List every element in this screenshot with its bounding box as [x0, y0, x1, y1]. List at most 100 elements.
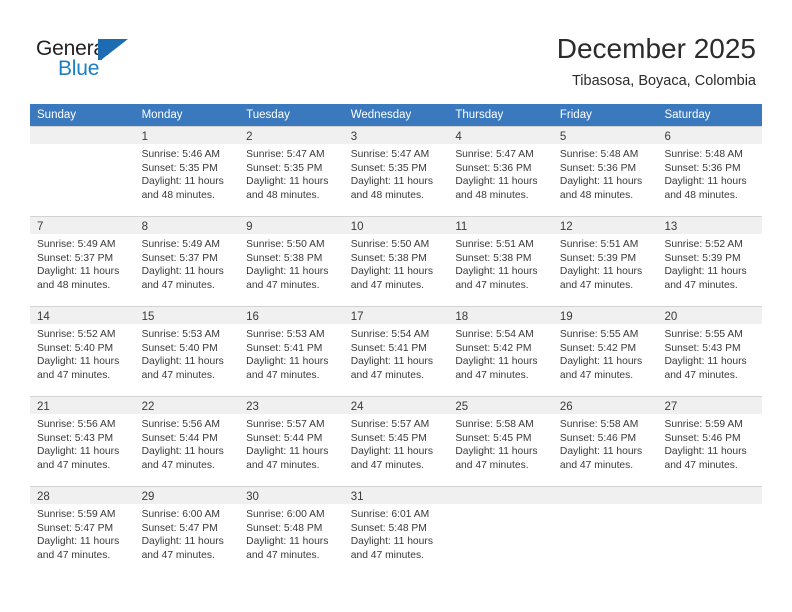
sunrise-text: Sunrise: 5:48 AM	[559, 149, 639, 160]
calendar-week-row: 28 Sunrise: 5:59 AM Sunset: 5:47 PM Dayl…	[30, 486, 763, 577]
day-details: Sunrise: 5:47 AM Sunset: 5:36 PM Dayligh…	[448, 144, 553, 202]
sunset-text: Sunset: 5:39 PM	[664, 252, 741, 264]
calendar-day-cell[interactable]: 3 Sunrise: 5:47 AM Sunset: 5:35 PM Dayli…	[343, 127, 449, 217]
day-number-band: 3	[343, 127, 449, 144]
weekday-header-sunday: Sunday	[37, 109, 77, 121]
daylight-text-line2: and 47 minutes.	[141, 549, 215, 561]
day-details: Sunrise: 5:58 AM Sunset: 5:46 PM Dayligh…	[553, 414, 658, 472]
calendar-day-cell[interactable]: 4 Sunrise: 5:47 AM Sunset: 5:36 PM Dayli…	[448, 127, 553, 217]
day-number: 14	[37, 311, 50, 323]
calendar-day-cell[interactable]: 21 Sunrise: 5:56 AM Sunset: 5:43 PM Dayl…	[30, 397, 135, 487]
day-details: Sunrise: 5:50 AM Sunset: 5:38 PM Dayligh…	[344, 234, 449, 292]
day-number: 30	[246, 491, 259, 503]
daylight-text-line2: and 47 minutes.	[246, 549, 320, 561]
sunset-text: Sunset: 5:37 PM	[141, 252, 218, 264]
sunrise-text: Sunrise: 5:51 AM	[455, 239, 534, 250]
daylight-text-line2: and 47 minutes.	[350, 549, 425, 561]
sunrise-text: Sunrise: 5:58 AM	[559, 419, 639, 430]
sunset-text: Sunset: 5:38 PM	[455, 252, 532, 264]
daylight-text-line1: Daylight: 11 hours	[141, 536, 224, 548]
sunset-text: Sunset: 5:47 PM	[37, 522, 114, 534]
daylight-text-line1: Daylight: 11 hours	[559, 266, 643, 278]
calendar-day-cell[interactable]	[552, 487, 658, 577]
sunrise-text: Sunrise: 5:57 AM	[246, 419, 325, 430]
daylight-text-line1: Daylight: 11 hours	[246, 266, 329, 278]
calendar-day-cell[interactable]: 9 Sunrise: 5:50 AM Sunset: 5:38 PM Dayli…	[239, 217, 344, 307]
calendar-day-cell[interactable]: 27 Sunrise: 5:59 AM Sunset: 5:46 PM Dayl…	[657, 397, 763, 487]
calendar-day-cell[interactable]: 17 Sunrise: 5:54 AM Sunset: 5:41 PM Dayl…	[343, 307, 449, 397]
sunrise-text: Sunrise: 5:53 AM	[246, 329, 325, 340]
location-subtitle: Tibasosa, Boyaca, Colombia	[571, 73, 756, 89]
calendar-day-cell[interactable]: 22 Sunrise: 5:56 AM Sunset: 5:44 PM Dayl…	[134, 397, 240, 487]
calendar-day-cell[interactable]: 5 Sunrise: 5:48 AM Sunset: 5:36 PM Dayli…	[552, 127, 658, 217]
calendar-day-cell[interactable]: 15 Sunrise: 5:53 AM Sunset: 5:40 PM Dayl…	[134, 307, 240, 397]
sunset-text: Sunset: 5:41 PM	[246, 342, 323, 354]
calendar-day-cell[interactable]	[448, 487, 553, 577]
day-details: Sunrise: 5:59 AM Sunset: 5:47 PM Dayligh…	[30, 504, 135, 562]
sunrise-text: Sunrise: 5:50 AM	[350, 239, 430, 250]
blue-triangle-logo-icon	[98, 39, 128, 60]
sunrise-text: Sunrise: 5:58 AM	[455, 419, 534, 430]
calendar-week-row: 7 Sunrise: 5:49 AM Sunset: 5:37 PM Dayli…	[30, 216, 763, 307]
calendar-day-cell[interactable]	[657, 487, 763, 577]
sunrise-text: Sunrise: 5:59 AM	[37, 509, 116, 520]
daylight-text-line2: and 48 minutes.	[664, 189, 738, 201]
calendar-day-cell[interactable]: 28 Sunrise: 5:59 AM Sunset: 5:47 PM Dayl…	[30, 487, 135, 577]
daylight-text-line2: and 47 minutes.	[141, 369, 215, 381]
daylight-text-line2: and 47 minutes.	[350, 369, 425, 381]
sunset-text: Sunset: 5:41 PM	[350, 342, 427, 354]
general-blue-logo[interactable]: General Blue	[36, 38, 146, 82]
calendar-day-cell[interactable]: 31 Sunrise: 6:01 AM Sunset: 5:48 PM Dayl…	[343, 487, 449, 577]
calendar-day-cell[interactable]: 8 Sunrise: 5:49 AM Sunset: 5:37 PM Dayli…	[134, 217, 240, 307]
day-number-band: 7	[30, 217, 135, 234]
sunrise-text: Sunrise: 5:55 AM	[664, 329, 743, 340]
page-header: General Blue December 2025 Tibasosa, Boy…	[0, 0, 792, 100]
weekday-header-row: Sunday Monday Tuesday Wednesday Thursday…	[30, 104, 762, 126]
day-number-band: 20	[657, 307, 763, 324]
daylight-text-line1: Daylight: 11 hours	[37, 356, 120, 368]
sunrise-text: Sunrise: 5:57 AM	[350, 419, 430, 430]
sunrise-text: Sunrise: 5:56 AM	[37, 419, 116, 430]
day-number: 6	[664, 131, 671, 143]
calendar-day-cell[interactable]: 14 Sunrise: 5:52 AM Sunset: 5:40 PM Dayl…	[30, 307, 135, 397]
calendar-day-cell[interactable]: 11 Sunrise: 5:51 AM Sunset: 5:38 PM Dayl…	[448, 217, 553, 307]
daylight-text-line2: and 47 minutes.	[559, 279, 634, 291]
calendar-day-cell[interactable]: 25 Sunrise: 5:58 AM Sunset: 5:45 PM Dayl…	[448, 397, 553, 487]
sunrise-text: Sunrise: 5:46 AM	[141, 149, 220, 160]
day-number: 4	[455, 131, 462, 143]
calendar-day-cell[interactable]: 13 Sunrise: 5:52 AM Sunset: 5:39 PM Dayl…	[657, 217, 763, 307]
day-number: 28	[37, 491, 50, 503]
calendar-day-cell[interactable]	[30, 127, 135, 217]
calendar-day-cell[interactable]: 30 Sunrise: 6:00 AM Sunset: 5:48 PM Dayl…	[239, 487, 344, 577]
calendar-day-cell[interactable]: 6 Sunrise: 5:48 AM Sunset: 5:36 PM Dayli…	[657, 127, 763, 217]
calendar-day-cell[interactable]: 29 Sunrise: 6:00 AM Sunset: 5:47 PM Dayl…	[134, 487, 240, 577]
calendar-day-cell[interactable]: 7 Sunrise: 5:49 AM Sunset: 5:37 PM Dayli…	[30, 217, 135, 307]
day-number-band: 8	[134, 217, 240, 234]
day-number-band	[30, 127, 135, 144]
calendar-day-cell[interactable]: 16 Sunrise: 5:53 AM Sunset: 5:41 PM Dayl…	[239, 307, 344, 397]
calendar-day-cell[interactable]: 23 Sunrise: 5:57 AM Sunset: 5:44 PM Dayl…	[239, 397, 344, 487]
day-number-band: 31	[343, 487, 449, 504]
calendar-day-cell[interactable]: 20 Sunrise: 5:55 AM Sunset: 5:43 PM Dayl…	[657, 307, 763, 397]
day-number-band	[448, 487, 553, 504]
sunset-text: Sunset: 5:35 PM	[141, 162, 218, 174]
calendar-day-cell[interactable]: 1 Sunrise: 5:46 AM Sunset: 5:35 PM Dayli…	[134, 127, 240, 217]
calendar-day-cell[interactable]: 2 Sunrise: 5:47 AM Sunset: 5:35 PM Dayli…	[239, 127, 344, 217]
calendar-day-cell[interactable]: 10 Sunrise: 5:50 AM Sunset: 5:38 PM Dayl…	[343, 217, 449, 307]
daylight-text-line2: and 48 minutes.	[455, 189, 529, 201]
day-number-band: 15	[134, 307, 240, 324]
sunset-text: Sunset: 5:39 PM	[559, 252, 637, 264]
calendar-day-cell[interactable]: 19 Sunrise: 5:55 AM Sunset: 5:42 PM Dayl…	[552, 307, 658, 397]
sunrise-text: Sunrise: 5:48 AM	[664, 149, 743, 160]
sunset-text: Sunset: 5:45 PM	[455, 432, 532, 444]
sunset-text: Sunset: 5:40 PM	[37, 342, 114, 354]
calendar-day-cell[interactable]: 24 Sunrise: 5:57 AM Sunset: 5:45 PM Dayl…	[343, 397, 449, 487]
daylight-text-line2: and 47 minutes.	[141, 459, 215, 471]
calendar-grid: Sunday Monday Tuesday Wednesday Thursday…	[30, 104, 763, 577]
calendar-day-cell[interactable]: 12 Sunrise: 5:51 AM Sunset: 5:39 PM Dayl…	[552, 217, 658, 307]
day-details: Sunrise: 5:53 AM Sunset: 5:41 PM Dayligh…	[239, 324, 344, 382]
daylight-text-line2: and 47 minutes.	[559, 369, 634, 381]
calendar-day-cell[interactable]: 18 Sunrise: 5:54 AM Sunset: 5:42 PM Dayl…	[448, 307, 553, 397]
daylight-text-line2: and 48 minutes.	[37, 279, 111, 291]
calendar-day-cell[interactable]: 26 Sunrise: 5:58 AM Sunset: 5:46 PM Dayl…	[552, 397, 658, 487]
